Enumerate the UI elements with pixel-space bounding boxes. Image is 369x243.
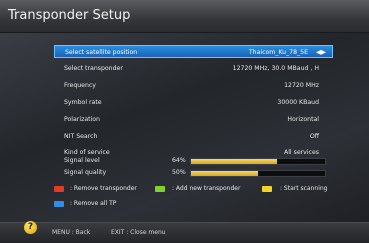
- green-key-icon: [155, 186, 165, 192]
- row-label: Symbol rate: [64, 99, 102, 106]
- yellow-key-icon: [262, 186, 272, 192]
- menu-row-transponder[interactable]: Select transponder 12720 MHz, 30.0 MBaud…: [54, 62, 333, 75]
- legend-add-transponder: : Add new transponder: [172, 185, 241, 192]
- signal-quality-fill: [191, 171, 258, 176]
- blue-key-icon: [54, 201, 64, 207]
- signal-level-meter: Signal level 64%: [54, 156, 333, 166]
- row-label: Select satellite position: [65, 49, 138, 56]
- menu-row-nit-search[interactable]: NIT Search Off: [54, 130, 333, 143]
- signal-quality-percent: 50%: [172, 169, 186, 176]
- menu-row-frequency[interactable]: Frequency 12720 MHz: [54, 79, 333, 92]
- signal-level-fill: [191, 159, 277, 164]
- menu-row-satellite-position[interactable]: Select satellite position Thaicom_Ku_78_…: [54, 45, 333, 58]
- row-value: 30000 KBaud: [277, 99, 319, 106]
- title-bar: Transponder Setup: [0, 0, 369, 33]
- row-value: Thaicom_Ku_78_5E: [248, 49, 308, 56]
- row-label: Select transponder: [64, 65, 123, 72]
- legend-start-scanning: : Start scanning: [280, 185, 328, 192]
- help-icon[interactable]: ?: [24, 221, 37, 234]
- row-label: Frequency: [64, 82, 96, 89]
- row-value: Off: [309, 133, 319, 140]
- menu-row-polarization[interactable]: Polarization Horizontal: [54, 113, 333, 126]
- row-label: Polarization: [64, 116, 100, 123]
- menu-back-hint: MENU : Back: [52, 229, 91, 236]
- row-value: 12720 MHz: [284, 82, 319, 89]
- row-value: 12720 MHz, 30.0 MBaud , H: [232, 65, 319, 72]
- signal-quality-bar: [190, 170, 326, 177]
- window-title: Transponder Setup: [8, 8, 131, 23]
- signal-quality-label: Signal quality: [64, 169, 107, 176]
- signal-level-percent: 64%: [172, 157, 186, 164]
- row-value: Horizontal: [287, 116, 319, 123]
- left-right-arrows-icon[interactable]: ◀▶: [316, 46, 326, 59]
- red-key-icon: [54, 186, 64, 192]
- signal-level-label: Signal level: [64, 157, 100, 164]
- exit-close-hint: EXIT : Close menu: [111, 229, 166, 236]
- row-label: NIT Search: [64, 133, 98, 140]
- signal-quality-meter: Signal quality 50%: [54, 168, 333, 178]
- legend-remove-transponder: : Remove transponder: [70, 185, 137, 192]
- legend-remove-all-tp: : Remove all TP: [70, 200, 117, 207]
- menu-row-symbol-rate[interactable]: Symbol rate 30000 KBaud: [54, 96, 333, 109]
- signal-level-bar: [190, 158, 326, 165]
